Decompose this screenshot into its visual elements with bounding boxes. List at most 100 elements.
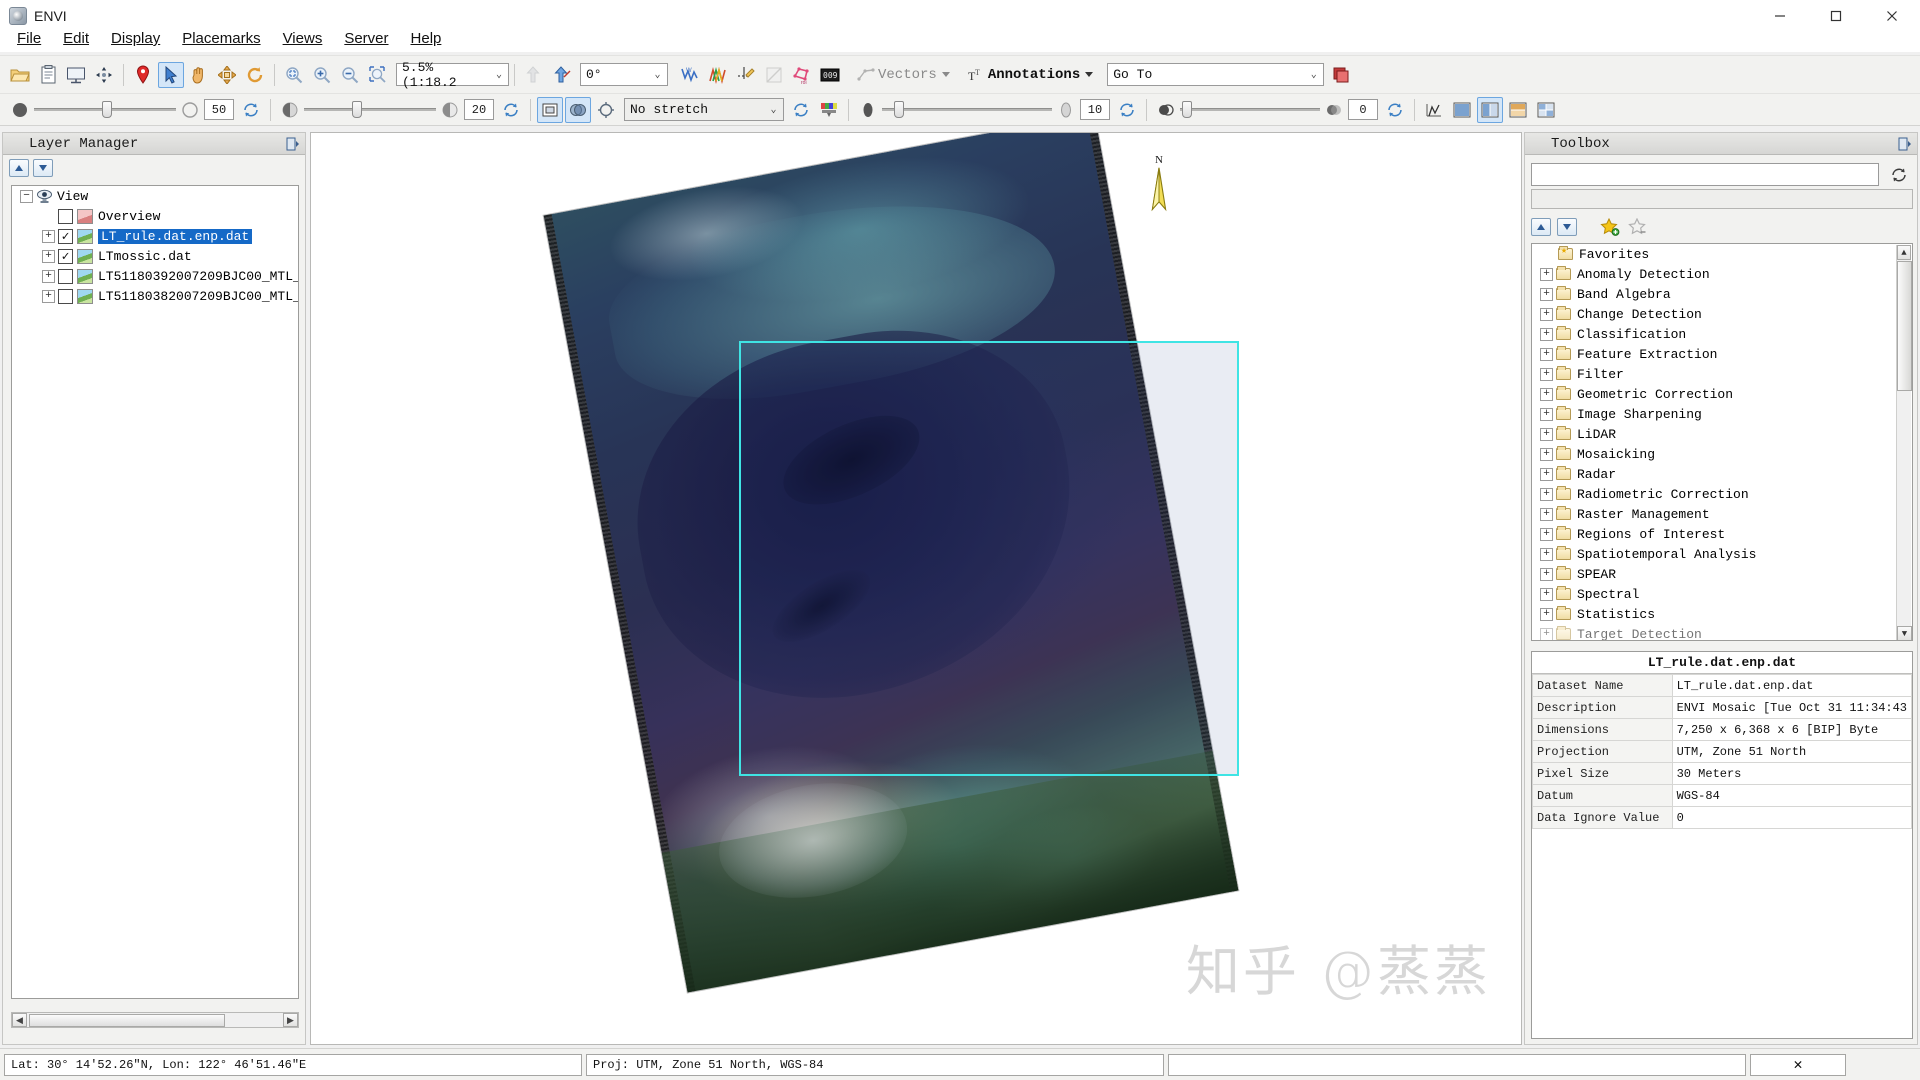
layer-tree[interactable]: − View Overview + LT_rule.dat.enp.dat + …: [11, 185, 299, 999]
chevron-down-icon[interactable]: ⌄: [764, 99, 783, 120]
select-arrow-icon[interactable]: [158, 61, 184, 88]
toolbox-item-favorites[interactable]: Favorites: [1532, 244, 1912, 264]
refresh-icon[interactable]: [1887, 163, 1911, 186]
reset-transparency-icon[interactable]: [238, 97, 264, 123]
sharpen-icon[interactable]: [1153, 97, 1179, 123]
go-to-next-icon[interactable]: [549, 62, 575, 88]
expander-plus-icon[interactable]: +: [1540, 287, 1553, 301]
view-two-horizontal-icon[interactable]: [1505, 97, 1531, 123]
toolbox-item-feature-extraction[interactable]: + Feature Extraction: [1532, 344, 1912, 364]
layer-tree-hscrollbar[interactable]: ◀ ▶: [11, 1012, 299, 1028]
layer-checkbox-lt-rule[interactable]: [58, 228, 73, 244]
toolbox-item-change-detection[interactable]: + Change Detection: [1532, 304, 1912, 324]
chevron-down-icon[interactable]: ⌄: [1304, 64, 1323, 85]
expander-plus-icon[interactable]: +: [1540, 307, 1553, 321]
menu-server[interactable]: Server: [333, 27, 399, 50]
view-two-vertical-icon[interactable]: [1477, 96, 1503, 123]
move-layer-up-icon[interactable]: [9, 159, 29, 177]
layer-row-ltmossic[interactable]: + LTmossic.dat: [12, 246, 298, 266]
clipboard-icon[interactable]: [35, 62, 61, 88]
toolbox-search-input[interactable]: [1531, 163, 1879, 186]
scatter-plot-icon[interactable]: [761, 62, 787, 88]
expander-plus-icon[interactable]: +: [1540, 627, 1553, 640]
scroll-left-arrow-icon[interactable]: ◀: [12, 1013, 27, 1027]
reset-stretch-icon[interactable]: [788, 97, 814, 123]
zoom-select-icon[interactable]: [365, 62, 391, 88]
expander-plus-icon[interactable]: +: [1540, 467, 1553, 481]
toolbox-tree[interactable]: Favorites + Anomaly Detection + Band Alg…: [1531, 243, 1913, 641]
toolbox-item-filter[interactable]: + Filter: [1532, 364, 1912, 384]
zoom-fit-icon[interactable]: [281, 62, 307, 88]
menu-views[interactable]: Views: [272, 27, 334, 50]
contrast-value[interactable]: 10: [1080, 99, 1110, 120]
expander-plus-icon[interactable]: +: [1540, 327, 1553, 341]
menu-help[interactable]: Help: [400, 27, 453, 50]
view-four-icon[interactable]: [1533, 97, 1559, 123]
reset-sharpen-icon[interactable]: [1382, 97, 1408, 123]
transparency-slider[interactable]: [34, 99, 176, 121]
toolbox-item-lidar[interactable]: + LiDAR: [1532, 424, 1912, 444]
transparency-value[interactable]: 50: [204, 99, 234, 120]
toolbox-item-image-sharpening[interactable]: + Image Sharpening: [1532, 404, 1912, 424]
scroll-down-arrow-icon[interactable]: ▼: [1897, 626, 1912, 640]
open-file-icon[interactable]: [7, 62, 33, 88]
panel-pin-icon[interactable]: [285, 136, 301, 152]
expander-plus-icon[interactable]: +: [1540, 387, 1553, 401]
expander-plus-icon[interactable]: +: [42, 229, 55, 243]
menu-display[interactable]: Display: [100, 27, 171, 50]
move-arrows-icon[interactable]: [214, 62, 240, 88]
toolbox-item-anomaly-detection[interactable]: + Anomaly Detection: [1532, 264, 1912, 284]
brightness-value[interactable]: 20: [464, 99, 494, 120]
toolbox-item-statistics[interactable]: + Statistics: [1532, 604, 1912, 624]
toolbox-item-classification[interactable]: + Classification: [1532, 324, 1912, 344]
add-favorite-star-icon[interactable]: [1599, 217, 1621, 237]
toolbox-item-band-algebra[interactable]: + Band Algebra: [1532, 284, 1912, 304]
go-to-previous-icon[interactable]: [521, 62, 547, 88]
expander-plus-icon[interactable]: +: [1540, 407, 1553, 421]
color-table-icon[interactable]: [816, 97, 842, 123]
menu-edit[interactable]: Edit: [52, 27, 100, 50]
sharpen-value[interactable]: 0: [1348, 99, 1378, 120]
hscroll-thumb[interactable]: [29, 1013, 225, 1027]
status-close-button[interactable]: ✕: [1750, 1053, 1846, 1076]
layer-row-lt51180382007209[interactable]: + LT51180382007209BJC00_MTL_: [12, 286, 298, 306]
layer-row-overview[interactable]: Overview: [12, 206, 298, 226]
histogram-icon[interactable]: [1421, 97, 1447, 123]
roi-tool-icon[interactable]: roi: [789, 62, 815, 88]
toolbox-item-raster-management[interactable]: + Raster Management: [1532, 504, 1912, 524]
rotate-icon[interactable]: [242, 62, 268, 88]
expander-plus-icon[interactable]: +: [1540, 367, 1553, 381]
layer-checkbox-overview[interactable]: [58, 208, 73, 224]
blend-icon[interactable]: [565, 96, 591, 123]
expander-plus-icon[interactable]: +: [1540, 267, 1553, 281]
zoom-level-combo[interactable]: 5.5% (1:18.2 ⌄: [396, 60, 509, 90]
goto-marker-icon[interactable]: [1328, 62, 1354, 88]
scroll-up-arrow-icon[interactable]: ▲: [1897, 245, 1911, 260]
pan-compass-icon[interactable]: [91, 62, 117, 88]
zoom-out-icon[interactable]: [337, 62, 363, 88]
expander-plus-icon[interactable]: +: [42, 289, 55, 303]
toolbox-item-radiometric-correction[interactable]: + Radiometric Correction: [1532, 484, 1912, 504]
scroll-right-arrow-icon[interactable]: ▶: [283, 1013, 298, 1027]
expander-minus-icon[interactable]: −: [20, 189, 33, 203]
expander-plus-icon[interactable]: +: [1540, 447, 1553, 461]
vscroll-thumb[interactable]: [1897, 261, 1912, 391]
chevron-down-icon[interactable]: ⌄: [648, 64, 667, 85]
reset-brightness-icon[interactable]: [498, 97, 524, 123]
toolbox-item-regions-of-interest[interactable]: + Regions of Interest: [1532, 524, 1912, 544]
layer-checkbox-ltmossic[interactable]: [58, 248, 73, 264]
toolbox-item-spectral[interactable]: + Spectral: [1532, 584, 1912, 604]
expander-plus-icon[interactable]: +: [42, 269, 55, 283]
toolbox-item-geometric-correction[interactable]: + Geometric Correction: [1532, 384, 1912, 404]
toolbox-item-mosaicking[interactable]: + Mosaicking: [1532, 444, 1912, 464]
layer-row-lt-rule[interactable]: + LT_rule.dat.enp.dat: [12, 226, 298, 246]
hand-pan-icon[interactable]: [186, 62, 212, 88]
close-x-icon[interactable]: ✕: [1793, 1055, 1802, 1074]
chevron-down-icon[interactable]: ⌄: [490, 64, 508, 85]
view-single-icon[interactable]: [1449, 97, 1475, 123]
layer-row-lt51180392007209[interactable]: + LT51180392007209BJC00_MTL_: [12, 266, 298, 286]
expander-plus-icon[interactable]: +: [1540, 547, 1553, 561]
spectral-profile-icon[interactable]: [705, 62, 731, 88]
panel-pin-icon[interactable]: [1897, 136, 1913, 152]
flicker-icon[interactable]: [593, 97, 619, 123]
